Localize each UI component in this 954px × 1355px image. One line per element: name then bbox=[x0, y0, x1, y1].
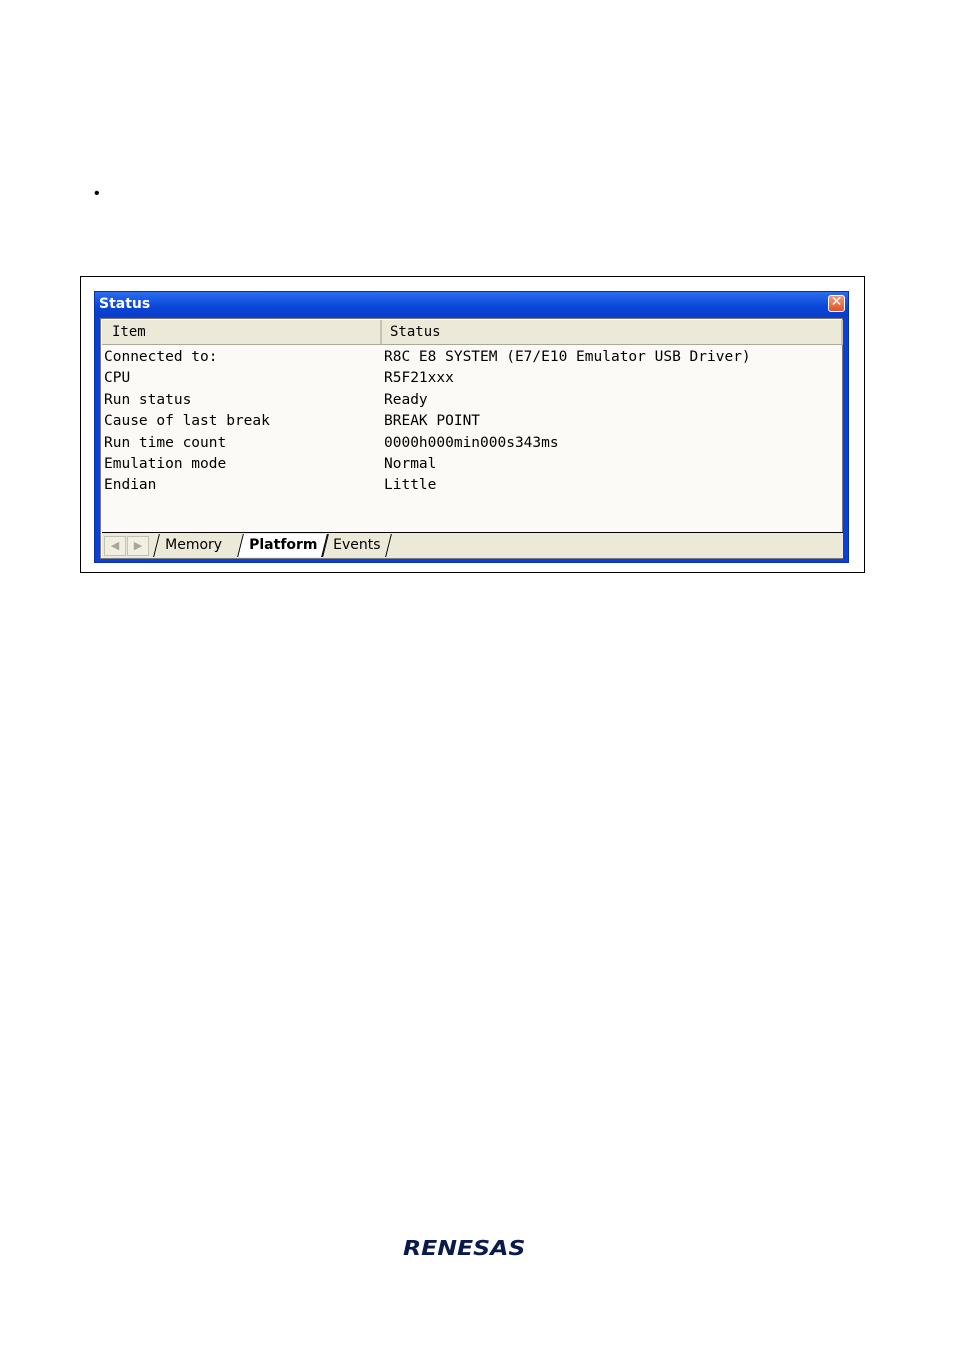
list-item[interactable]: Run status Ready bbox=[103, 390, 841, 411]
bullet-point: • bbox=[94, 185, 100, 202]
item-status: Normal bbox=[384, 455, 437, 472]
tab-events[interactable]: Events bbox=[321, 534, 393, 557]
item-status: Ready bbox=[384, 391, 428, 408]
item-label: CPU bbox=[104, 370, 131, 387]
item-status: 0000h000min000s343ms bbox=[384, 434, 559, 451]
item-label: Connected to: bbox=[104, 349, 218, 365]
tab-platform-label: Platform bbox=[249, 537, 318, 553]
tab-memory[interactable]: Memory bbox=[153, 534, 233, 557]
status-panel: Item Status Connected to: R8C E8 SYSTEM … bbox=[100, 318, 843, 559]
tab-scroll-right-button[interactable]: ▶ bbox=[127, 536, 149, 556]
column-header: Item Status bbox=[102, 320, 843, 345]
status-window: Status ✕ Item Status Connected to: R8C E… bbox=[94, 291, 849, 563]
item-status: Little bbox=[384, 477, 437, 494]
tab-bar: ◀ ▶ Memory Platform Events bbox=[102, 532, 843, 558]
arrow-right-icon: ▶ bbox=[133, 540, 143, 552]
item-label: Endian bbox=[104, 477, 157, 494]
title-bar[interactable]: Status ✕ bbox=[95, 292, 848, 317]
list-item[interactable]: Cause of last break BREAK POINT bbox=[103, 411, 841, 432]
item-status: BREAK POINT bbox=[384, 413, 481, 430]
list-item[interactable]: CPU R5F21xxx bbox=[103, 368, 841, 389]
item-label: Run time count bbox=[104, 434, 227, 451]
item-label: Run status bbox=[104, 391, 192, 408]
tab-memory-label: Memory bbox=[165, 537, 223, 553]
item-status: R5F21xxx bbox=[384, 370, 454, 387]
list-item[interactable]: Run time count 0000h000min000s343ms bbox=[103, 433, 841, 454]
tab-scroll-left-button[interactable]: ◀ bbox=[104, 536, 126, 556]
close-button[interactable]: ✕ bbox=[828, 294, 845, 312]
list-item[interactable]: Connected to: R8C E8 SYSTEM (E7/E10 Emul… bbox=[103, 347, 841, 368]
tab-platform[interactable]: Platform bbox=[237, 534, 330, 557]
renesas-logo: RENESAS bbox=[403, 1236, 526, 1260]
list-item[interactable]: Endian Little bbox=[103, 475, 841, 496]
item-label: Emulation mode bbox=[104, 455, 227, 472]
window-title: Status bbox=[99, 296, 151, 312]
status-list: Connected to: R8C E8 SYSTEM (E7/E10 Emul… bbox=[103, 347, 841, 497]
column-header-status[interactable]: Status bbox=[382, 320, 843, 344]
close-icon: ✕ bbox=[830, 294, 843, 310]
item-status: R8C E8 SYSTEM (E7/E10 Emulator USB Drive… bbox=[384, 349, 751, 365]
column-header-item[interactable]: Item bbox=[102, 320, 382, 344]
arrow-left-icon: ◀ bbox=[110, 540, 120, 552]
tab-events-label: Events bbox=[333, 537, 381, 553]
item-label: Cause of last break bbox=[104, 413, 270, 430]
list-item[interactable]: Emulation mode Normal bbox=[103, 454, 841, 475]
